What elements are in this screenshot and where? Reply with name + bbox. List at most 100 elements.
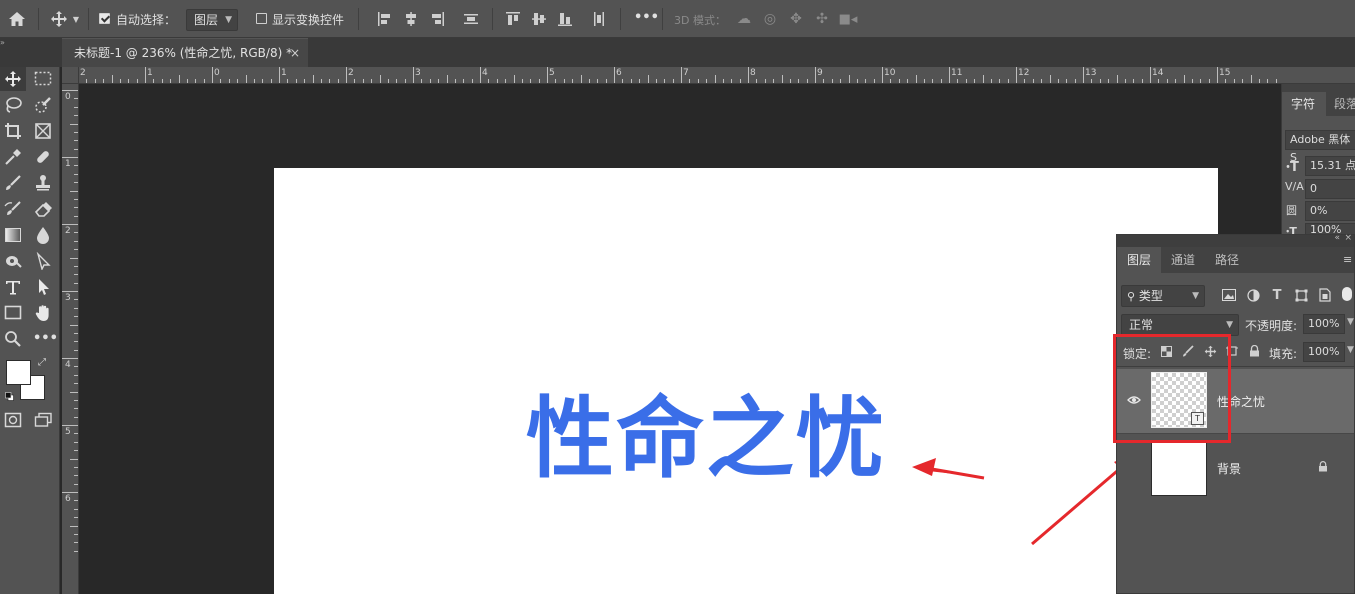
close-icon[interactable]: ×: [290, 39, 300, 67]
ruler-tick: [773, 79, 775, 83]
font-size-field[interactable]: 15.31 点: [1305, 156, 1355, 176]
eyedropper-tool-icon[interactable]: [0, 145, 26, 169]
swap-colors-icon[interactable]: ⤢: [38, 357, 46, 368]
chevron-down-icon[interactable]: ▼: [1347, 345, 1354, 355]
tab-paths[interactable]: 路径: [1215, 247, 1239, 273]
chevron-down-icon[interactable]: ▼: [71, 13, 81, 25]
distribute-horizontal-icon[interactable]: [462, 10, 480, 28]
screen-mode-icon[interactable]: [30, 408, 56, 432]
align-vertical-centers-icon[interactable]: [530, 10, 548, 28]
zoom-tool-icon[interactable]: [0, 327, 26, 351]
align-horizontal-centers-icon[interactable]: [402, 10, 420, 28]
quick-selection-tool-icon[interactable]: [30, 93, 56, 117]
crop-tool-icon[interactable]: [0, 119, 26, 143]
filter-toggle-icon[interactable]: [1339, 285, 1355, 303]
align-top-edges-icon[interactable]: [504, 10, 522, 28]
layer-filter-dropdown[interactable]: ⚲ 类型 ▼: [1121, 285, 1205, 307]
dodge-tool-icon[interactable]: [0, 249, 26, 273]
ruler-tick-label: 4: [65, 360, 71, 370]
ruler-tick: [74, 416, 78, 418]
ruler-tick: [119, 79, 121, 83]
default-colors-icon[interactable]: [5, 390, 14, 401]
tab-character[interactable]: 字符: [1282, 92, 1324, 116]
tab-paragraph[interactable]: 段落: [1326, 92, 1355, 116]
filter-shape-icon[interactable]: [1293, 287, 1309, 303]
ruler-tick: [396, 79, 398, 83]
tab-layers[interactable]: 图层: [1117, 247, 1161, 273]
document-tab[interactable]: 未标题-1 @ 236% (性命之忧, RGB/8) * ×: [62, 38, 308, 67]
ruler-tick: [865, 79, 867, 83]
type-tool-icon[interactable]: [0, 275, 26, 299]
eraser-tool-icon[interactable]: [30, 197, 56, 221]
filter-smart-object-icon[interactable]: [1317, 287, 1333, 303]
ruler-tick: [1158, 79, 1160, 83]
more-options-button[interactable]: •••: [634, 10, 659, 25]
direct-selection-tool-icon[interactable]: [30, 275, 56, 299]
auto-select-target-dropdown[interactable]: 图层 ▼: [186, 9, 238, 31]
close-panel-icon[interactable]: ×: [1344, 233, 1352, 243]
ruler-origin[interactable]: [62, 67, 79, 84]
drag-3d-icon[interactable]: ✥: [786, 10, 806, 28]
camera-3d-icon[interactable]: ■◂: [838, 10, 858, 28]
ruler-tick: [170, 79, 172, 83]
layer-name[interactable]: 背景: [1217, 460, 1241, 477]
ruler-tick: [62, 291, 78, 292]
rectangle-tool-icon[interactable]: [0, 301, 26, 325]
ruler-tick: [74, 265, 78, 267]
move-tool-icon[interactable]: [0, 67, 26, 91]
chevron-down-icon[interactable]: ▼: [1347, 317, 1354, 327]
fill-field[interactable]: 100%: [1303, 342, 1345, 362]
font-family-field[interactable]: Adobe 黑体 S: [1285, 130, 1355, 164]
lock-all-icon[interactable]: [1247, 344, 1261, 358]
ruler-tick: [647, 75, 649, 83]
orbit-3d-icon[interactable]: ☁: [734, 10, 754, 28]
auto-select-checkbox[interactable]: [99, 13, 110, 24]
kerning-field[interactable]: 0: [1305, 179, 1355, 199]
blur-tool-icon[interactable]: [30, 223, 56, 247]
home-icon[interactable]: [6, 8, 28, 30]
clone-stamp-tool-icon[interactable]: [30, 171, 56, 195]
tracking-field[interactable]: 0%: [1305, 201, 1355, 221]
tracking-icon: 圆: [1286, 204, 1297, 217]
slide-3d-icon[interactable]: ✣: [812, 10, 832, 28]
ruler-tick: [1233, 79, 1235, 83]
history-brush-tool-icon[interactable]: [0, 197, 26, 221]
ruler-tick: [547, 67, 548, 83]
align-right-edges-icon[interactable]: [428, 10, 446, 28]
canvas-text-layer[interactable]: 性命之忧: [526, 384, 886, 494]
ruler-tick: [74, 374, 78, 376]
align-bottom-edges-icon[interactable]: [556, 10, 574, 28]
marquee-tool-icon[interactable]: [30, 67, 56, 91]
tab-channels[interactable]: 通道: [1171, 247, 1195, 273]
lasso-tool-icon[interactable]: [0, 93, 26, 117]
filter-type-icon[interactable]: T: [1269, 287, 1285, 303]
ruler-tick: [362, 79, 364, 83]
align-left-edges-icon[interactable]: [376, 10, 394, 28]
quick-mask-icon[interactable]: [0, 408, 26, 432]
frame-tool-icon[interactable]: [30, 119, 56, 143]
distribute-vertical-icon[interactable]: [590, 10, 608, 28]
filter-adjustment-icon[interactable]: [1245, 287, 1261, 303]
move-tool-icon[interactable]: [48, 9, 70, 29]
ruler-tick: [1099, 79, 1101, 83]
collapse-panel-icon[interactable]: «: [1334, 233, 1340, 243]
toolbar-collapse-icon[interactable]: »: [0, 38, 8, 47]
opacity-field[interactable]: 100%: [1303, 314, 1345, 334]
healing-brush-tool-icon[interactable]: [30, 145, 56, 169]
roll-3d-icon[interactable]: ◎: [760, 10, 780, 28]
gradient-tool-icon[interactable]: [0, 223, 26, 247]
panel-menu-icon[interactable]: ≡: [1343, 253, 1352, 266]
ruler-tick: [990, 79, 992, 83]
foreground-color-swatch[interactable]: [6, 360, 31, 385]
blend-mode-dropdown[interactable]: 正常 ▼: [1121, 314, 1239, 336]
brush-tool-icon[interactable]: [0, 171, 26, 195]
show-transform-checkbox[interactable]: [256, 13, 267, 24]
ruler-tick-label: 0: [65, 92, 71, 102]
chevron-down-icon: ▼: [1226, 320, 1233, 330]
hand-tool-icon[interactable]: [30, 301, 56, 325]
path-selection-tool-icon[interactable]: [30, 249, 56, 273]
more-tools-button[interactable]: •••: [33, 331, 58, 346]
ruler-tick: [74, 475, 78, 477]
ruler-tick-label: 7: [683, 68, 689, 78]
filter-pixel-icon[interactable]: [1221, 287, 1237, 303]
